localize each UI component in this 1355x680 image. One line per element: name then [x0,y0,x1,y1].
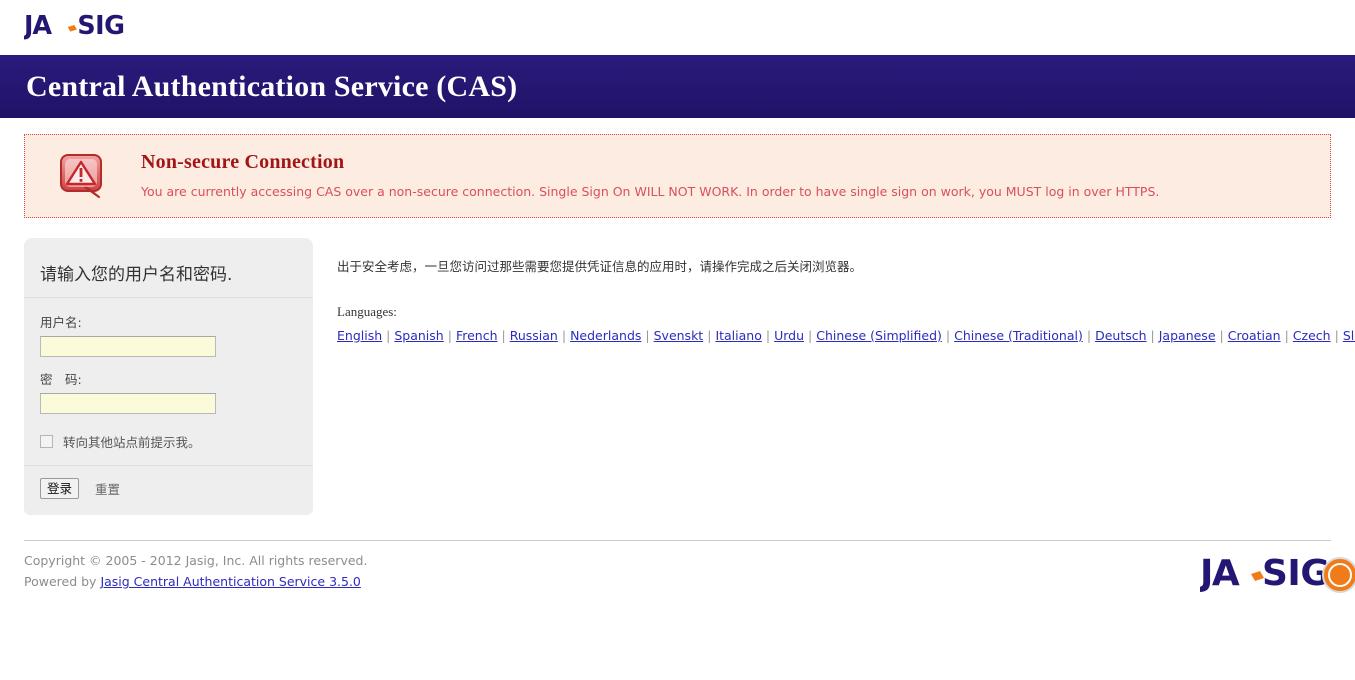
svg-text:SIG: SIG [77,10,124,40]
language-link-nederlands[interactable]: Nederlands [570,328,641,343]
username-field-block: 用户名: [24,312,313,357]
language-link-croatian[interactable]: Croatian [1228,328,1281,343]
language-separator: | [447,327,452,343]
warn-before-redirect-row[interactable]: 转向其他站点前提示我。 [24,426,313,466]
warning-message: You are currently accessing CAS over a n… [141,184,1160,199]
language-link-svenskt[interactable]: Svenskt [654,328,704,343]
username-label: 用户名: [40,315,82,330]
warning-title: Non-secure Connection [141,151,345,173]
login-panel: 请输入您的用户名和密码. 用户名: 密 码: 转向其他站点前提示我。 登录 重置 [24,238,313,515]
language-separator: | [945,327,951,343]
language-separator: | [765,327,771,343]
language-link-japanese[interactable]: Japanese [1159,328,1216,343]
language-separator: | [707,327,712,343]
app-title-banner: Central Authentication Service (CAS) [0,55,1355,118]
language-separator: | [561,327,567,343]
language-link-slovenian[interactable]: Slovenian [1343,328,1355,343]
username-input[interactable] [40,336,216,357]
footer-text-block: Copyright © 2005 - 2012 Jasig, Inc. All … [24,553,367,589]
language-link-czech[interactable]: Czech [1293,328,1331,343]
language-separator: | [386,327,391,343]
password-label: 密 码: [40,372,82,387]
login-form-heading: 请输入您的用户名和密码. [24,254,313,298]
language-separator: | [1334,327,1339,343]
language-link-deutsch[interactable]: Deutsch [1095,328,1146,343]
footer-logo-wrap: JA SIG [1200,549,1355,605]
language-separator: | [1219,327,1224,343]
jasig-logo: JA SIG [24,10,125,40]
password-input[interactable] [40,393,216,414]
language-separator: | [1150,327,1155,343]
language-link-chinese-simplified[interactable]: Chinese (Simplified) [816,328,942,343]
info-column: 出于安全考虑，一旦您访问过那些需要您提供凭证信息的应用时，请操作完成之后关闭浏览… [337,238,1355,345]
language-link-russian[interactable]: Russian [510,328,558,343]
language-link-french[interactable]: French [456,328,498,343]
security-notice: 出于安全考虑，一旦您访问过那些需要您提供凭证信息的应用时，请操作完成之后关闭浏览… [337,259,863,274]
password-field-block: 密 码: [24,369,313,414]
language-separator: | [1284,327,1289,343]
language-link-english[interactable]: English [337,328,382,343]
language-link-chinese-traditional[interactable]: Chinese (Traditional) [954,328,1083,343]
warning-alert-icon [60,154,102,198]
login-reset-button[interactable]: 重置 [95,479,120,498]
languages-label: Languages: [337,303,397,319]
language-separator: | [808,327,813,343]
language-link-spanish[interactable]: Spanish [394,328,443,343]
page-title: Central Authentication Service (CAS) [26,69,518,103]
main-row: 请输入您的用户名和密码. 用户名: 密 码: 转向其他站点前提示我。 登录 重置… [24,238,1355,515]
language-link-italiano[interactable]: Italiano [715,328,761,343]
language-links-list: English | Spanish | French | Russian | Nederland… [337,327,1355,345]
svg-text:JA: JA [24,10,52,40]
page-footer: Copyright © 2005 - 2012 Jasig, Inc. All … [24,540,1355,594]
login-submit-button[interactable]: 登录 [40,478,80,499]
svg-text:SIG: SIG [1262,553,1329,594]
powered-by-prefix: Powered by [24,574,101,589]
form-buttons-row: 登录 重置 [24,478,313,515]
language-separator: | [501,327,506,343]
warning-text-block: Non-secure Connection You are currently … [141,149,1159,200]
warn-before-redirect-label: 转向其他站点前提示我。 [63,435,201,450]
powered-by-line: Powered by Jasig Central Authentication … [24,574,367,589]
svg-text:JA: JA [1200,553,1240,594]
jasig-footer-logo: JA SIG [1200,553,1355,594]
language-link-urdu[interactable]: Urdu [774,328,804,343]
footer-inner: Copyright © 2005 - 2012 Jasig, Inc. All … [24,553,1355,594]
page-content: Non-secure Connection You are currently … [0,134,1355,515]
powered-by-link[interactable]: Jasig Central Authentication Service 3.5… [100,574,360,589]
non-secure-connection-warning: Non-secure Connection You are currently … [24,134,1331,218]
top-logo-bar: JA SIG [0,0,1355,55]
warn-before-redirect-checkbox[interactable] [40,435,53,448]
language-separator: | [645,327,650,343]
copyright-text: Copyright © 2005 - 2012 Jasig, Inc. All … [24,553,368,568]
language-separator: | [1086,327,1092,343]
